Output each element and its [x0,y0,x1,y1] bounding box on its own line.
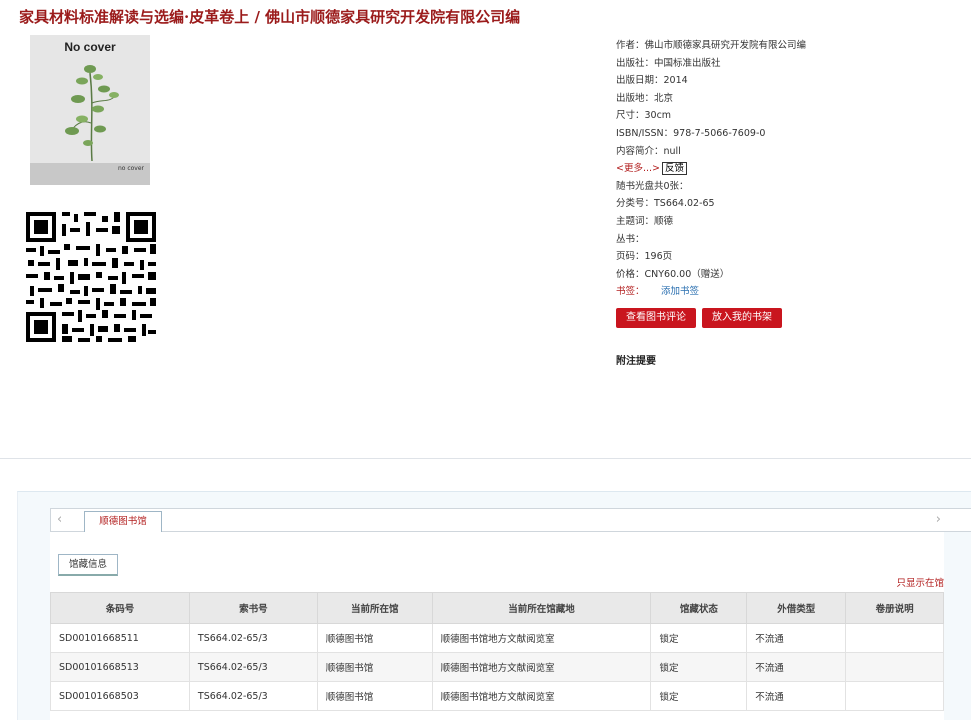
holdings-content: 馆藏信息 只显示在馆 条码号 索书号 当前所在馆 当前所在馆藏地 馆藏状态 外借… [50,532,944,720]
note-heading: 附注提要 [616,355,656,367]
chevron-left-icon[interactable]: ‹ [57,512,62,527]
add-bookmark-link[interactable]: 添加书签 [661,286,699,297]
class-no-field: 分类号：TS664.02-65 [616,198,715,210]
location-cell: 顺德图书馆地方文献阅览室 [431,652,652,682]
pub-date-field: 出版日期：2014 [616,75,688,87]
subject-field: 主题词：顺德 [616,215,674,227]
loan-type-cell: 不流通 [746,652,847,682]
column-header: 馆藏状态 [650,592,748,624]
author-field: 作者：佛山市顺德家具研究开发院有限公司编 [616,40,807,51]
size-field: 尺寸：30cm [616,110,672,122]
qr-code-image [24,210,158,344]
table-header-row: 条码号 索书号 当前所在馆 当前所在馆藏地 馆藏状态 外借类型 卷册说明 [50,592,944,624]
publisher-field: 出版社：中国标准出版社 [616,57,721,69]
loan-type-cell: 不流通 [746,681,847,711]
only-show-available-link[interactable]: 只显示在馆 [896,575,944,589]
summary-field: 内容简介：null [616,145,681,157]
table-row: SD00101668503 TS664.02-65/3 顺德图书馆 顺德图书馆地… [50,681,944,711]
holdings-table: 条码号 索书号 当前所在馆 当前所在馆藏地 馆藏状态 外借类型 卷册说明 SD0… [50,592,944,711]
library-cell: 顺德图书馆 [316,623,433,653]
barcode-cell: SD00101668511 [50,623,190,653]
barcode-cell: SD00101668513 [50,652,190,682]
book-cover-image: No cover no cover [30,35,150,185]
pages-field: 页码：196页 [616,251,673,263]
table-row: SD00101668513 TS664.02-65/3 顺德图书馆 顺德图书馆地… [50,652,944,682]
plant-illustration-icon [65,65,119,162]
location-cell: 顺德图书馆地方文献阅览室 [431,623,652,653]
book-metadata: 作者：佛山市顺德家具研究开发院有限公司编 出版社：中国标准出版社 出版日期：20… [616,37,966,367]
status-cell: 锁定 [650,652,748,682]
tab-shunde-library[interactable]: 顺德图书馆 [84,511,162,533]
cover-top-text: No cover [64,40,116,54]
more-link[interactable]: <更多...> [616,163,660,174]
call-number-cell: TS664.02-65/3 [188,652,318,682]
call-number-cell: TS664.02-65/3 [188,623,318,653]
bookmark-row: 书签： 添加书签 [616,283,966,301]
view-reviews-button[interactable]: 查看图书评论 [616,307,696,328]
add-to-shelf-button[interactable]: 放入我的书架 [702,307,782,328]
volume-note-cell [845,681,944,711]
call-number-cell: TS664.02-65/3 [188,681,318,711]
book-title: 家具材料标准解读与选编·皮革卷上 / 佛山市顺德家具研究开发院有限公司编 [19,8,521,26]
isbn-field: ISBN/ISSN：978-7-5066-7609-0 [616,127,766,139]
column-header: 条码号 [50,592,190,624]
column-header: 当前所在馆 [316,592,433,624]
column-header: 索书号 [188,592,318,624]
library-tabbar: ‹ 顺德图书馆 › [50,508,971,533]
library-cell: 顺德图书馆 [316,652,433,682]
column-header: 卷册说明 [845,592,944,624]
bookmark-label: 书签： [616,286,645,298]
pub-place-field: 出版地：北京 [616,92,674,104]
table-row: SD00101668511 TS664.02-65/3 顺德图书馆 顺德图书馆地… [50,623,944,653]
series-field: 丛书： [616,233,645,245]
barcode-cell: SD00101668503 [50,681,190,711]
chevron-right-icon[interactable]: › [936,512,941,527]
library-cell: 顺德图书馆 [316,681,433,711]
more-row: <更多...> 反馈 [616,160,966,178]
volume-note-cell [845,652,944,682]
tab-holdings-info[interactable]: 馆藏信息 [58,554,118,576]
location-cell: 顺德图书馆地方文献阅览室 [431,681,652,711]
section-divider [0,458,971,459]
column-header: 外借类型 [746,592,847,624]
price-field: 价格：CNY60.00（赠送） [616,268,730,280]
feedback-button[interactable]: 反馈 [661,162,687,176]
action-buttons: 查看图书评论 放入我的书架 [616,307,966,328]
cover-bottom-text: no cover [117,165,144,172]
column-header: 当前所在馆藏地 [431,592,652,624]
status-cell: 锁定 [650,681,748,711]
status-cell: 锁定 [650,623,748,653]
cd-field: 随书光盘共0张： [616,180,689,192]
loan-type-cell: 不流通 [746,623,847,653]
volume-note-cell [845,623,944,653]
